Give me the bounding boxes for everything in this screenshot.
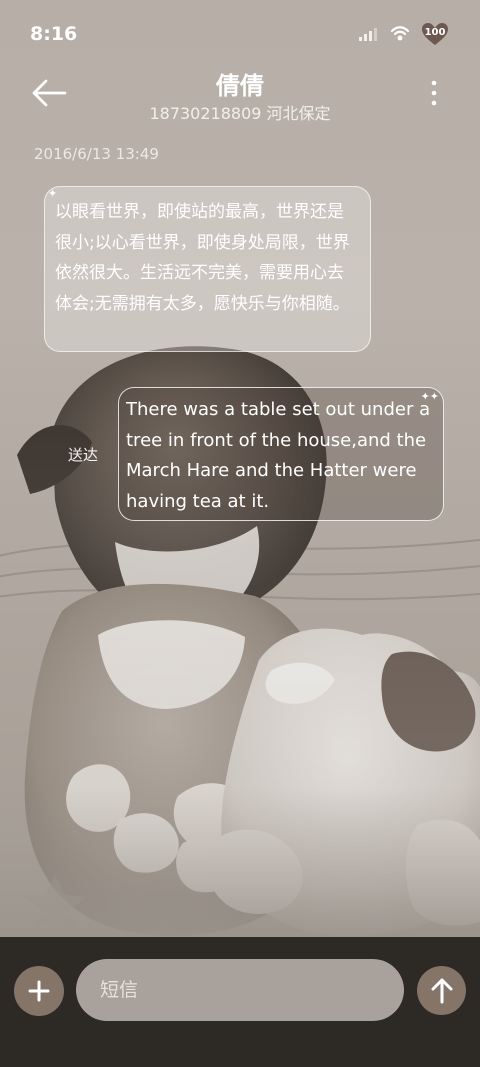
contact-number-location: 18730218809 河北保定 bbox=[149, 104, 331, 123]
status-bar: 8:16 100 bbox=[0, 0, 480, 68]
star-icon: ✦ bbox=[48, 187, 58, 200]
sms-input[interactable] bbox=[76, 959, 404, 1021]
status-icons: 100 bbox=[358, 22, 450, 46]
star-icon: ✦✦ bbox=[420, 390, 439, 403]
sent-message-bubble[interactable]: ✦✦ There was a table set out under a tre… bbox=[118, 387, 444, 521]
contact-name: 倩倩 bbox=[216, 72, 264, 100]
battery-heart-icon: 100 bbox=[420, 22, 450, 46]
cellular-signal-icon bbox=[359, 28, 377, 41]
vertical-ellipsis-icon bbox=[431, 80, 437, 106]
sent-message-text: There was a table set out under a tree i… bbox=[126, 399, 431, 512]
wifi-icon bbox=[390, 26, 410, 41]
conversation-header: 倩倩 18730218809 河北保定 bbox=[0, 64, 480, 132]
plus-icon bbox=[28, 980, 50, 1002]
message-timestamp: 2016/6/13 13:49 bbox=[34, 145, 159, 163]
status-time: 8:16 bbox=[30, 23, 78, 45]
received-message-text: 以眼看世界，即使站的最高，世界还是很小;以心看世界，即使身处局限，世界依然很大。… bbox=[55, 202, 350, 314]
add-attachment-button[interactable] bbox=[14, 966, 64, 1016]
delivery-status: 送达 bbox=[68, 446, 99, 464]
received-message-bubble[interactable]: ✦ 以眼看世界，即使站的最高，世界还是很小;以心看世界，即使身处局限，世界依然很… bbox=[44, 186, 371, 352]
send-button[interactable] bbox=[417, 966, 466, 1015]
more-options-button[interactable] bbox=[426, 78, 442, 108]
battery-level: 100 bbox=[424, 27, 446, 38]
message-thread-screen: 8:16 100 倩倩 18730218809 河北保定 2016/6/13 1… bbox=[0, 0, 480, 1067]
arrow-up-icon bbox=[431, 978, 452, 1003]
composer-bar bbox=[0, 937, 480, 1067]
